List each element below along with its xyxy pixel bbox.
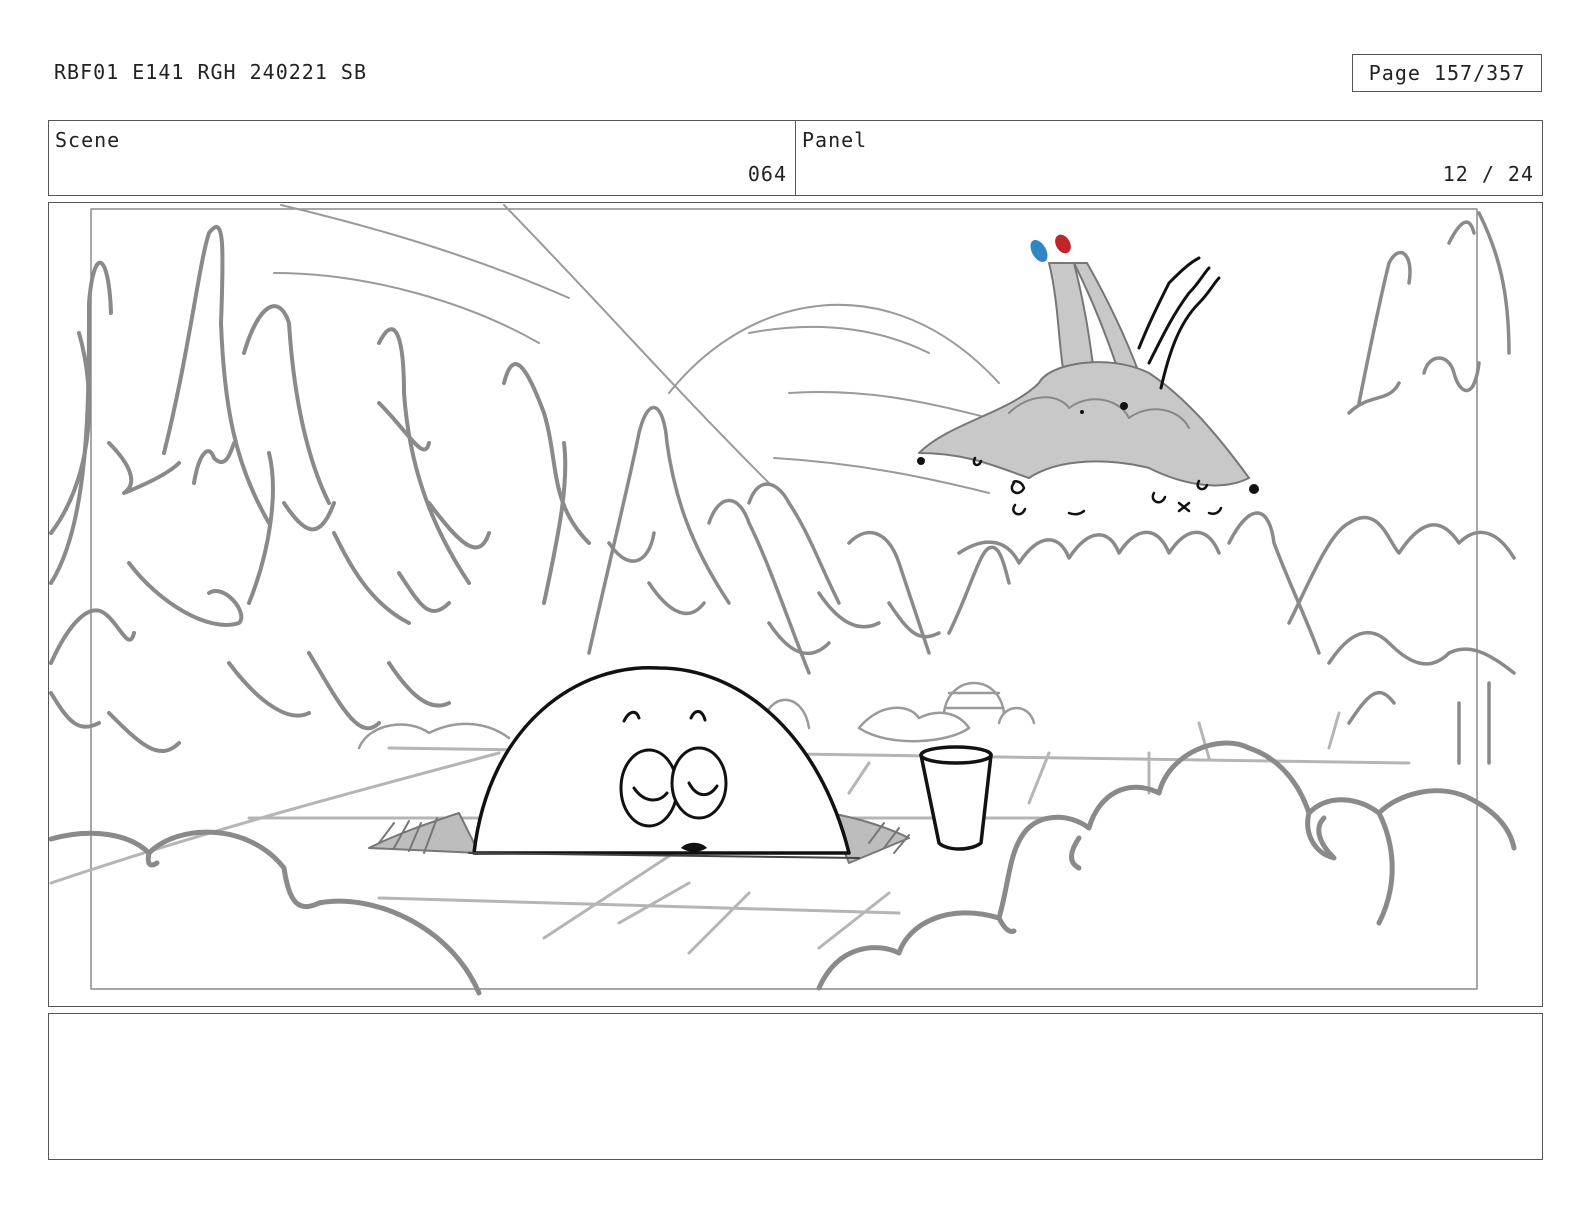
right-eye — [670, 746, 728, 820]
safe-area-guide — [90, 208, 1478, 990]
left-eye — [619, 748, 679, 828]
antenna-tip-red — [1055, 234, 1071, 254]
document-title: RBF01 E141 RGH 240221 SB — [54, 60, 367, 84]
scene-cell: Scene 064 — [48, 120, 796, 196]
notes-box — [48, 1013, 1543, 1160]
storyboard-sketch — [49, 204, 1517, 996]
paper-cup — [919, 745, 993, 851]
storyboard-panel-frame — [48, 202, 1543, 1007]
scene-panel-info: Scene 064 Panel 12 / 24 — [48, 120, 1543, 196]
blob-character — [468, 666, 860, 859]
panel-cell: Panel 12 / 24 — [796, 120, 1543, 196]
panel-number: 12 / 24 — [1442, 162, 1534, 186]
center-pine-trees — [587, 405, 941, 675]
scene-label: Scene — [55, 128, 121, 152]
panel-label: Panel — [802, 128, 868, 152]
right-pine-trees — [947, 211, 1516, 765]
page-indicator: Page 157/357 — [1352, 54, 1542, 92]
scene-number: 064 — [747, 162, 787, 186]
antenna-tip-blue — [1030, 240, 1048, 262]
left-pine-trees — [49, 225, 591, 754]
flying-creature — [917, 234, 1259, 516]
